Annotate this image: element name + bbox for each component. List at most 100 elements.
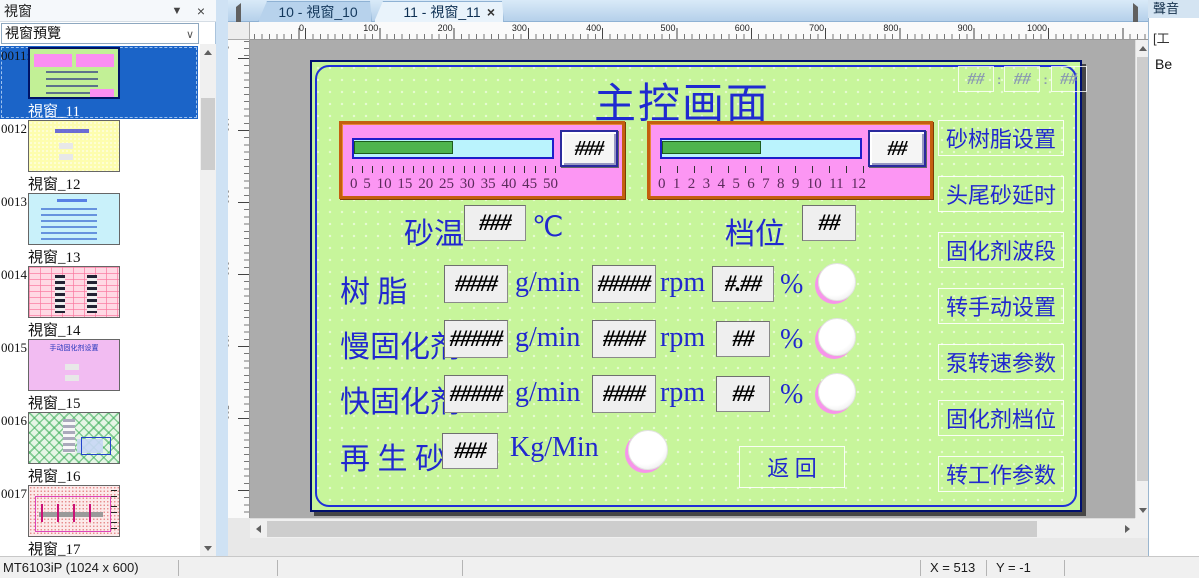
window-preview-item[interactable]: 0011:視窗_11 — [0, 46, 198, 119]
rpm-unit[interactable]: rpm — [660, 322, 705, 354]
clock-hours[interactable]: ## — [958, 66, 994, 92]
panel-close-icon[interactable]: × — [193, 4, 209, 19]
dosing-row-label[interactable]: 快固化剂 — [340, 377, 460, 421]
panel-menu-icon[interactable]: ▼ — [169, 4, 185, 19]
window-number: 0014: — [1, 267, 28, 283]
window-preview-item[interactable]: 0012:視窗_12 — [0, 119, 198, 192]
scroll-right-button[interactable] — [1119, 519, 1135, 538]
preview-mode-dropdown[interactable]: 視窗預覽 ∨ — [1, 23, 199, 44]
panel-splitter[interactable] — [216, 0, 228, 556]
regen-sand-lamp[interactable] — [628, 430, 668, 470]
canvas-vertical-scrollbar[interactable] — [1135, 40, 1148, 518]
bar-gauge-track[interactable] — [660, 138, 862, 159]
gear-value[interactable]: ## — [802, 205, 856, 241]
menu-button[interactable]: 砂树脂设置 — [938, 120, 1064, 156]
menu-button[interactable]: 固化剂波段 — [938, 232, 1064, 268]
window-thumbnail[interactable] — [28, 47, 120, 99]
editor-canvas[interactable]: ## : ## : ## 主控画面 ###0510152025303540455… — [250, 40, 1135, 518]
window-number: 0011: — [1, 48, 28, 64]
rpm-value[interactable]: #### — [592, 375, 656, 413]
bar-gauge-panel-sand[interactable]: ###05101520253035404550 — [339, 121, 625, 199]
scrollbar-thumb[interactable] — [1137, 57, 1148, 481]
window-preview-item[interactable]: 0013:視窗_13 — [0, 192, 198, 265]
flow-unit[interactable]: g/min — [515, 322, 580, 354]
dosing-row-lamp[interactable] — [818, 263, 856, 301]
gear-label[interactable]: 档位 — [725, 209, 785, 253]
scrollbar-thumb[interactable] — [201, 98, 215, 170]
window-thumbnail[interactable] — [28, 485, 120, 537]
tab-scroll-left-icon[interactable] — [236, 7, 241, 22]
scrollbar-thumb[interactable] — [267, 521, 1037, 537]
regen-sand-unit[interactable]: Kg/Min — [510, 432, 599, 464]
editor-tab[interactable]: 10 - 視窗_10 — [258, 1, 372, 22]
flow-value[interactable]: ##### — [444, 375, 508, 413]
bar-gauge-panel-gear[interactable]: ##0123456789101112 — [647, 121, 933, 199]
gauge-tick-marks — [660, 166, 864, 174]
window-dock-panel: 視窗 ▼ × 視窗預覽 ∨ 0011:視窗_110012:視窗_120013:視… — [0, 0, 216, 556]
scroll-up-button[interactable] — [200, 44, 216, 60]
hmi-screen[interactable]: ## : ## : ## 主控画面 ###0510152025303540455… — [310, 60, 1082, 512]
percent-value[interactable]: #.## — [712, 266, 774, 302]
clock-display[interactable]: ## : ## : ## — [958, 66, 1087, 92]
tab-label: 10 - 視窗_10 — [278, 4, 357, 20]
gauge-value-display[interactable]: ## — [868, 130, 926, 167]
flow-unit[interactable]: g/min — [515, 377, 580, 409]
window-thumbnail[interactable]: 手动固化剂设置 — [28, 339, 120, 391]
percent-value[interactable]: ## — [716, 321, 770, 357]
rpm-unit[interactable]: rpm — [660, 267, 705, 299]
sand-temp-value[interactable]: ### — [464, 205, 526, 241]
bar-gauge-track[interactable] — [352, 138, 554, 159]
percent-unit[interactable]: % — [780, 379, 803, 411]
window-preview-item[interactable]: 0014:視窗_14 — [0, 265, 198, 338]
window-label: 視窗_13 — [28, 246, 81, 267]
rpm-unit[interactable]: rpm — [660, 377, 705, 409]
h-ruler-label: 600 — [735, 23, 752, 33]
dosing-row-label[interactable]: 树 脂 — [340, 267, 408, 311]
rpm-value[interactable]: ##### — [592, 265, 656, 303]
canvas-horizontal-scrollbar[interactable] — [250, 518, 1135, 538]
preview-list-scrollbar[interactable] — [200, 44, 216, 556]
flow-value[interactable]: ##### — [444, 320, 508, 358]
menu-button[interactable]: 泵转速参数 — [938, 344, 1064, 380]
sand-temp-label[interactable]: 砂温 — [404, 209, 464, 253]
menu-button[interactable]: 头尾砂延时 — [938, 176, 1064, 212]
window-thumbnail[interactable] — [28, 193, 120, 245]
h-ruler-label: 700 — [809, 23, 826, 33]
right-panel-text: [工 — [1153, 28, 1199, 47]
window-thumbnail[interactable] — [28, 266, 120, 318]
cursor-y-label: Y = -1 — [996, 560, 1031, 575]
window-label: 視窗_15 — [28, 392, 81, 413]
window-preview-item[interactable]: 0017:視窗_17 — [0, 484, 198, 556]
tab-scroll-right-icon[interactable] — [1133, 7, 1138, 22]
window-number: 0016: — [1, 413, 28, 429]
flow-value[interactable]: #### — [444, 265, 508, 303]
sand-temp-unit[interactable]: ℃ — [532, 210, 563, 244]
window-preview-item[interactable]: 0015:手动固化剂设置視窗_15 — [0, 338, 198, 411]
menu-button[interactable]: 转手动设置 — [938, 288, 1064, 324]
tab-close-icon[interactable]: × — [483, 4, 499, 20]
percent-value[interactable]: ## — [716, 376, 770, 412]
regen-sand-value[interactable]: ### — [442, 433, 498, 469]
clock-minutes[interactable]: ## — [1004, 66, 1040, 92]
menu-button[interactable]: 固化剂档位 — [938, 400, 1064, 436]
menu-button[interactable]: 转工作参数 — [938, 456, 1064, 492]
editor-tab[interactable]: 11 - 視窗_11× — [374, 1, 504, 22]
window-preview-item[interactable]: 0016:視窗_16 — [0, 411, 198, 484]
gauge-value-display[interactable]: ### — [560, 130, 618, 167]
percent-unit[interactable]: % — [780, 324, 803, 356]
dosing-row-label[interactable]: 慢固化剂 — [340, 322, 460, 366]
percent-unit[interactable]: % — [780, 269, 803, 301]
clock-seconds[interactable]: ## — [1051, 66, 1087, 92]
window-thumbnail[interactable] — [28, 412, 120, 464]
scale-tick-label: 9 — [792, 176, 800, 193]
flow-unit[interactable]: g/min — [515, 267, 580, 299]
regen-sand-label[interactable]: 再 生 砂 — [340, 434, 445, 478]
window-thumbnail[interactable] — [28, 120, 120, 172]
back-button[interactable]: 返 回 — [739, 446, 845, 488]
scroll-left-button[interactable] — [250, 519, 266, 538]
dosing-row-lamp[interactable] — [818, 318, 856, 356]
dosing-row-lamp[interactable] — [818, 373, 856, 411]
scroll-down-button[interactable] — [200, 540, 216, 556]
window-label: 視窗_12 — [28, 173, 81, 194]
rpm-value[interactable]: #### — [592, 320, 656, 358]
